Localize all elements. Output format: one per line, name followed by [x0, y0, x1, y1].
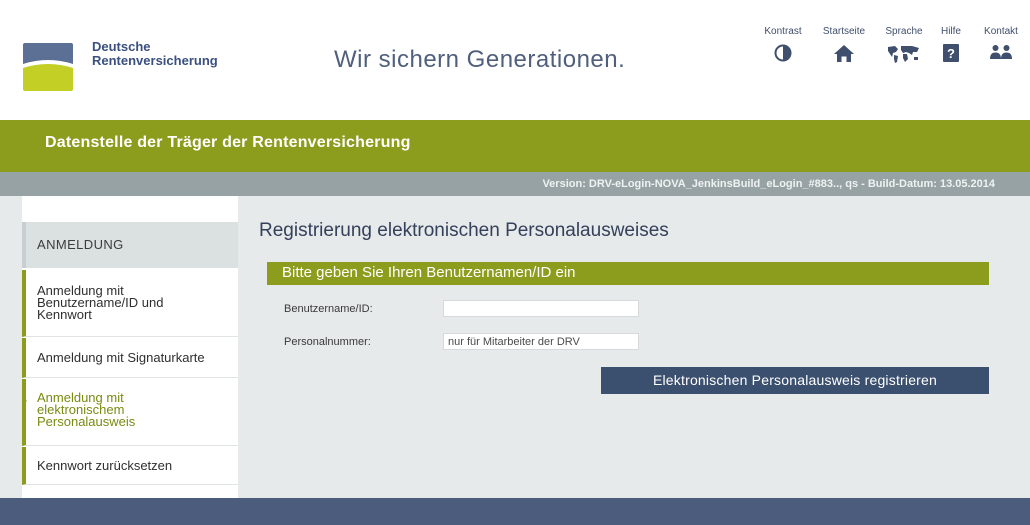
username-input[interactable] — [443, 300, 639, 317]
page-title: Registrierung elektronischen Personalaus… — [259, 220, 669, 241]
sidebar-item-label: Personalausweis — [37, 414, 136, 429]
nav-sprache[interactable]: Sprache — [879, 26, 929, 64]
logo-text[interactable]: Deutsche Rentenversicherung — [92, 40, 218, 68]
sidebar-heading: ANMELDUNG — [37, 237, 124, 252]
contact-people-icon — [990, 45, 1012, 59]
nav-hilfe-label: Hilfe — [940, 26, 961, 37]
drv-logo-icon[interactable] — [22, 42, 74, 92]
footer-bar — [0, 498, 1030, 525]
slogan: Wir sichern Generationen. — [334, 46, 626, 73]
svg-text:?: ? — [947, 46, 955, 61]
version-text: Version: DRV-eLogin-NOVA_JenkinsBuild_eL… — [542, 178, 995, 190]
nav-hilfe[interactable]: Hilfe ? — [936, 26, 966, 62]
sidebar-item-label: Kennwort zurücksetzen — [37, 458, 173, 473]
nav-startseite[interactable]: Startseite — [818, 26, 870, 63]
nav-startseite-label: Startseite — [822, 26, 866, 37]
banner-title: Datenstelle der Träger der Rentenversich… — [45, 134, 411, 151]
nav-contrast-label: Kontrast — [764, 26, 802, 37]
sidebar-item-username-login[interactable]: Anmeldung mit Benutzername/ID und Kennwo… — [22, 270, 238, 337]
nav-sprache-label: Sprache — [885, 26, 923, 37]
personnel-number-input[interactable] — [443, 333, 639, 350]
sidebar-item-label: Kennwort — [37, 307, 92, 322]
nav-contrast[interactable]: Kontrast — [760, 26, 806, 62]
form-header: Bitte geben Sie Ihren Benutzernamen/ID e… — [282, 264, 576, 281]
home-icon — [834, 45, 854, 62]
sidebar-item-label: Anmeldung mit Signaturkarte — [37, 350, 205, 365]
sidebar-item-signature-card[interactable]: Anmeldung mit Signaturkarte — [22, 338, 238, 378]
username-label: Benutzername/ID: — [284, 303, 373, 315]
sidebar-item-reset-password[interactable]: Kennwort zurücksetzen — [22, 447, 238, 485]
contrast-icon — [774, 44, 792, 62]
logo-line-2: Rentenversicherung — [92, 53, 218, 68]
help-icon: ? — [943, 44, 959, 62]
personnel-number-label: Personalnummer: — [284, 336, 371, 348]
active-arrow-icon — [22, 397, 27, 405]
sidebar-item-eid[interactable]: Anmeldung mit elektronischem Personalaus… — [22, 379, 238, 446]
nav-kontakt-label: Kontakt — [984, 26, 1018, 37]
world-map-icon — [888, 46, 919, 63]
nav-kontakt[interactable]: Kontakt — [979, 26, 1023, 60]
register-eid-button[interactable]: Elektronischen Personalausweis registrie… — [601, 367, 989, 394]
logo-line-1: Deutsche — [92, 39, 151, 54]
